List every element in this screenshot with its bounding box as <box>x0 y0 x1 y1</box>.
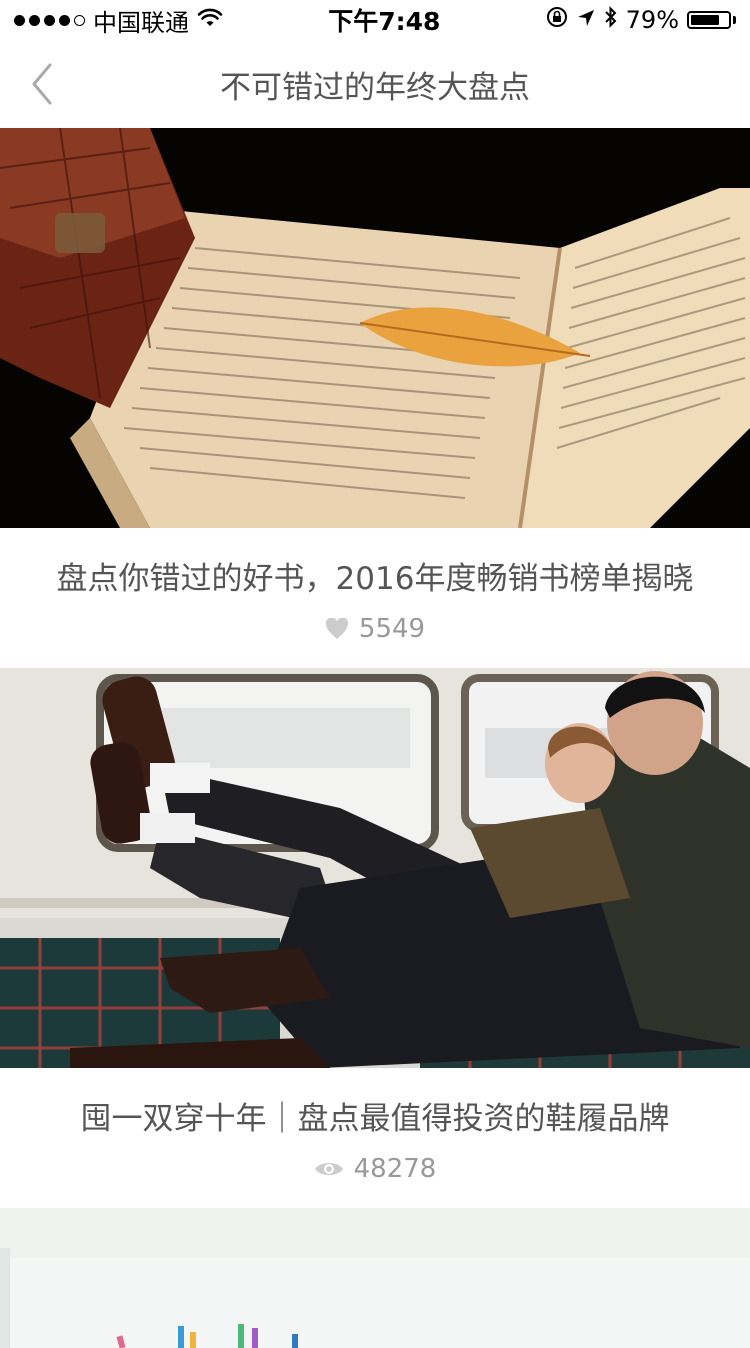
like-count: 5549 <box>358 613 426 644</box>
battery-icon <box>687 11 736 29</box>
page-title: 不可错过的年终大盘点 <box>220 69 530 106</box>
orientation-lock-icon <box>546 6 568 34</box>
status-right: 79% <box>546 6 736 34</box>
navigation-bar: 不可错过的年终大盘点 <box>0 40 750 128</box>
status-bar: 中国联通 下午7:48 79% <box>0 0 750 40</box>
location-arrow-icon <box>576 6 596 34</box>
article-card[interactable] <box>0 1208 750 1348</box>
signal-strength-icon <box>14 14 85 26</box>
back-button[interactable] <box>22 60 62 108</box>
article-cover-image <box>0 128 750 528</box>
article-cover-image <box>0 1208 750 1348</box>
battery-fill <box>691 15 720 25</box>
bluetooth-icon <box>604 6 618 34</box>
article-card[interactable]: 囤一双穿十年｜盘点最值得投资的鞋履品牌 48278 <box>0 668 750 1208</box>
article-caption: 盘点你错过的好书，2016年度畅销书榜单揭晓 5549 <box>0 528 750 668</box>
battery-percent: 79% <box>625 6 679 34</box>
article-meta: 48278 <box>314 1153 437 1184</box>
heart-icon[interactable] <box>325 617 349 640</box>
chevron-left-icon <box>32 63 52 105</box>
article-title[interactable]: 盘点你错过的好书，2016年度畅销书榜单揭晓 <box>57 553 694 598</box>
article-meta: 5549 <box>325 614 425 644</box>
eye-icon[interactable] <box>314 1159 344 1179</box>
article-cover-image <box>0 668 750 1068</box>
article-caption: 囤一双穿十年｜盘点最值得投资的鞋履品牌 48278 <box>0 1068 750 1208</box>
article-card[interactable]: 盘点你错过的好书，2016年度畅销书榜单揭晓 5549 <box>0 128 750 668</box>
wifi-icon <box>197 6 223 34</box>
carrier-label: 中国联通 <box>93 8 189 37</box>
article-title[interactable]: 囤一双穿十年｜盘点最值得投资的鞋履品牌 <box>81 1093 670 1138</box>
status-time: 下午7:48 <box>328 7 441 36</box>
view-count: 48278 <box>353 1153 437 1184</box>
status-left: 中国联通 <box>14 3 223 38</box>
